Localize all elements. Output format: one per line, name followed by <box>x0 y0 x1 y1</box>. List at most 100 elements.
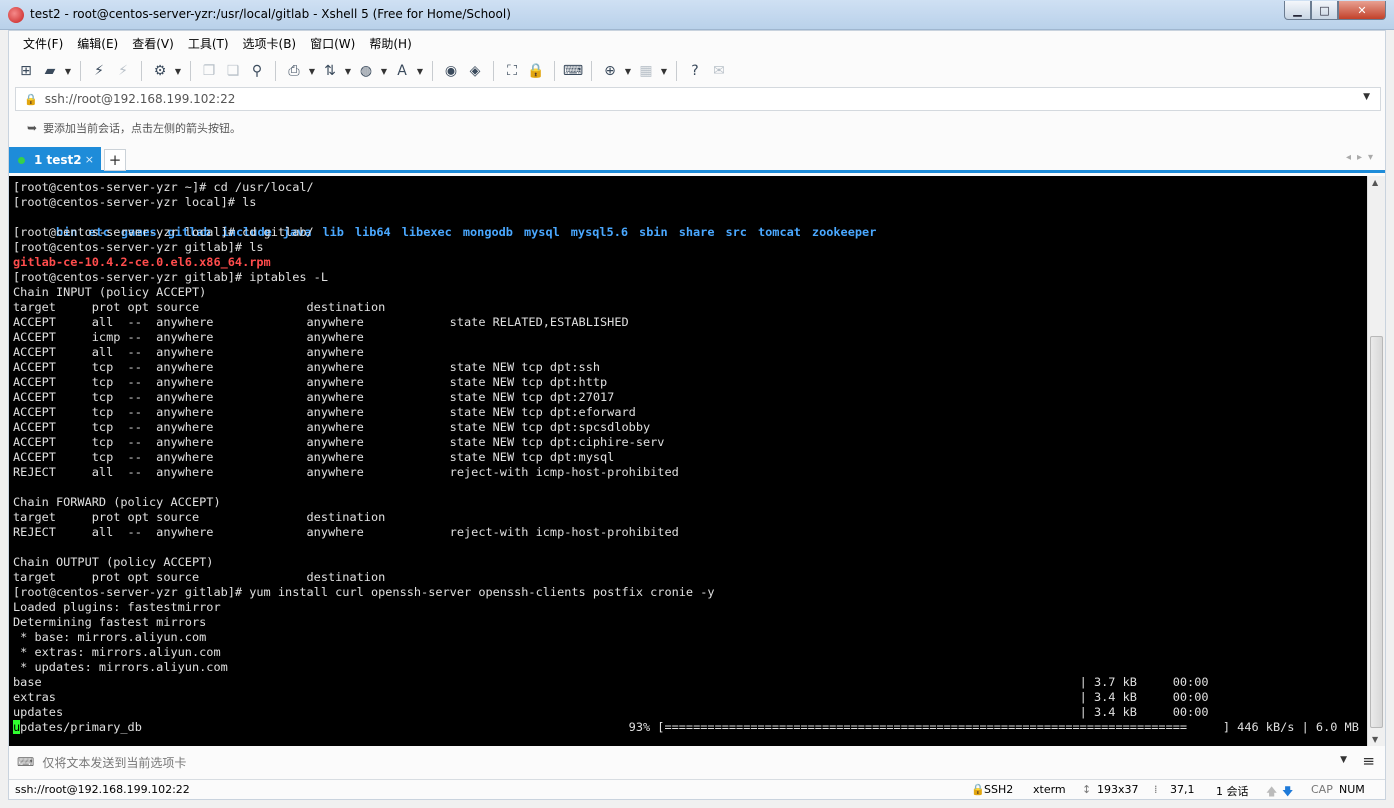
toolbar-separator <box>676 61 677 81</box>
download-arrow-icon: 🡇 <box>1282 785 1294 798</box>
terminal-line: Chain INPUT (policy ACCEPT) <box>13 285 207 299</box>
progress-text: pdates/primary_db 93% [=================… <box>20 720 1367 734</box>
scrollbar-thumb[interactable] <box>1370 336 1383 728</box>
xshell-app-icon[interactable] <box>8 7 24 23</box>
open-folder-icon[interactable]: ▰ <box>39 60 61 82</box>
progress-line: updates/primary_db 93% [================… <box>13 720 1367 735</box>
maximize-button[interactable]: □ <box>1311 1 1338 20</box>
fullscreen-icon[interactable]: ⛶ <box>501 60 523 82</box>
ls-dir-item: tomcat <box>757 225 801 239</box>
new-session-icon[interactable]: ⊞ <box>15 60 37 82</box>
tab-nav-arrows-icon[interactable]: ◂▸▾ <box>1346 152 1379 163</box>
terminal-line: * base: mirrors.aliyun.com <box>13 630 207 644</box>
size-icon: ↕ <box>1082 783 1092 796</box>
properties-icon[interactable]: ⚙ <box>149 60 171 82</box>
paste-icon[interactable]: ❏ <box>222 60 244 82</box>
globe-icon[interactable]: ◍ <box>355 60 377 82</box>
disconnect-icon[interactable]: ⚡ <box>112 60 134 82</box>
tab-test2[interactable]: 1 test2 × <box>9 147 101 173</box>
layout-icon[interactable]: ▦ <box>635 60 657 82</box>
transfer-dropdown-icon[interactable]: ▼ <box>343 67 353 76</box>
font-dropdown-icon[interactable]: ▼ <box>415 67 425 76</box>
menu-window[interactable]: 窗口(W) <box>310 35 355 52</box>
terminal-line: REJECT all -- anywhere anywhere reject-w… <box>13 525 679 539</box>
terminal-line: ACCEPT tcp -- anywhere anywhere state NE… <box>13 420 651 434</box>
toolbar-separator <box>432 61 433 81</box>
status-num: NUM <box>1339 783 1365 796</box>
ls-dir-item: share <box>678 225 715 239</box>
protocol-lock-icon: 🔒 <box>971 783 985 796</box>
print-icon[interactable]: ⎙ <box>283 60 305 82</box>
session-hint-bar: ➥ 要添加当前会话，点击左侧的箭头按钮。 <box>15 115 1381 141</box>
new-tab-dropdown-icon[interactable]: ▼ <box>623 67 633 76</box>
address-bar[interactable]: 🔒 ssh://root@192.168.199.102:22 ▼ <box>15 87 1381 111</box>
ls-output-line: bin etc games gitlab include java lib lib64 libe… <box>13 210 1367 239</box>
properties-dropdown-icon[interactable]: ▼ <box>173 67 183 76</box>
ls-dir-item: libexec <box>401 225 452 239</box>
reconnect-icon[interactable]: ⚡ <box>88 60 110 82</box>
terminal-line: Determining fastest mirrors <box>13 615 207 629</box>
ls-dir-item: mysql5.6 <box>570 225 629 239</box>
add-tab-button[interactable]: + <box>104 149 126 171</box>
tab-bar: 1 test2 × + ◂▸▾ <box>9 146 1385 173</box>
font-icon[interactable]: A <box>391 60 413 82</box>
address-dropdown-icon[interactable]: ▼ <box>1363 92 1370 102</box>
find-icon[interactable]: ⚲ <box>246 60 268 82</box>
terminal-line: Chain FORWARD (policy ACCEPT) <box>13 495 221 509</box>
terminal-line: ACCEPT all -- anywhere anywhere <box>13 345 364 359</box>
menu-view[interactable]: 查看(V) <box>132 35 174 52</box>
menu-file[interactable]: 文件(F) <box>23 35 63 52</box>
terminal-line: ACCEPT tcp -- anywhere anywhere state NE… <box>13 390 615 404</box>
terminal-line: target prot opt source destination <box>13 300 386 314</box>
lock-icon[interactable]: 🔒 <box>525 60 547 82</box>
help-icon[interactable]: ? <box>684 60 706 82</box>
transfer-icon[interactable]: ⇅ <box>319 60 341 82</box>
xftp-icon[interactable]: ◉ <box>440 60 462 82</box>
terminal-output[interactable]: [root@centos-server-yzr ~]# cd /usr/loca… <box>9 176 1367 746</box>
title-bar: test2 - root@centos-server-yzr:/usr/loca… <box>0 0 1394 30</box>
open-dropdown-icon[interactable]: ▼ <box>63 67 73 76</box>
menu-tabs[interactable]: 选项卡(B) <box>243 35 297 52</box>
terminal-line: ACCEPT icmp -- anywhere anywhere <box>13 330 364 344</box>
menu-help[interactable]: 帮助(H) <box>369 35 411 52</box>
terminal-line: * updates: mirrors.aliyun.com <box>13 660 228 674</box>
chat-icon[interactable]: ✉ <box>708 60 730 82</box>
keyboard-icon[interactable]: ⌨ <box>562 60 584 82</box>
scroll-up-icon[interactable]: ▲ <box>1372 178 1378 187</box>
ls-dir-item: lib <box>322 225 344 239</box>
toolbar-separator <box>190 61 191 81</box>
layout-dropdown-icon[interactable]: ▼ <box>659 67 669 76</box>
print-dropdown-icon[interactable]: ▼ <box>307 67 317 76</box>
toolbar: ⊞ ▰ ▼ ⚡ ⚡ ⚙ ▼ ❐ ❏ ⚲ ⎙ ▼ ⇅ ▼ ◍ ▼ A ▼ ◉ ◈ … <box>9 57 1385 85</box>
compose-icon[interactable]: ⌨ <box>17 755 34 769</box>
toolbar-separator <box>554 61 555 81</box>
tab-close-icon[interactable]: × <box>85 153 94 166</box>
add-session-arrow-icon[interactable]: ➥ <box>27 121 37 135</box>
address-url[interactable]: ssh://root@192.168.199.102:22 <box>45 92 236 106</box>
menu-bar: 文件(F) 编辑(E) 查看(V) 工具(T) 选项卡(B) 窗口(W) 帮助(… <box>9 31 1385 55</box>
cursor-pos-icon: ⁞ <box>1154 783 1158 796</box>
status-term: xterm <box>1033 783 1066 796</box>
toolbar-separator <box>493 61 494 81</box>
compose-dropdown-icon[interactable]: ▼ <box>1340 755 1347 765</box>
terminal-scrollbar[interactable]: ▲ ▼ <box>1367 176 1385 746</box>
terminal-line: ACCEPT tcp -- anywhere anywhere state NE… <box>13 360 601 374</box>
copy-icon[interactable]: ❐ <box>198 60 220 82</box>
scroll-down-icon[interactable]: ▼ <box>1372 735 1378 744</box>
minimize-button[interactable]: ▁ <box>1284 1 1311 20</box>
compose-bar[interactable]: ⌨ 仅将文本发送到当前选项卡 ▼ ≡ <box>9 749 1385 775</box>
globe-dropdown-icon[interactable]: ▼ <box>379 67 389 76</box>
connected-status-icon <box>18 156 25 164</box>
new-tab-icon[interactable]: ⊕ <box>599 60 621 82</box>
close-window-button[interactable]: ✕ <box>1338 1 1386 20</box>
menu-tools[interactable]: 工具(T) <box>188 35 229 52</box>
menu-edit[interactable]: 编辑(E) <box>77 35 118 52</box>
xmanager-icon[interactable]: ◈ <box>464 60 486 82</box>
compose-menu-icon[interactable]: ≡ <box>1362 752 1375 770</box>
ls-dir-item: sbin <box>639 225 668 239</box>
terminal-line: [root@centos-server-yzr gitlab]# iptable… <box>13 270 328 284</box>
ls-dir-item: mysql <box>523 225 560 239</box>
terminal-line: Chain OUTPUT (policy ACCEPT) <box>13 555 214 569</box>
compose-input[interactable]: 仅将文本发送到当前选项卡 <box>42 754 186 771</box>
